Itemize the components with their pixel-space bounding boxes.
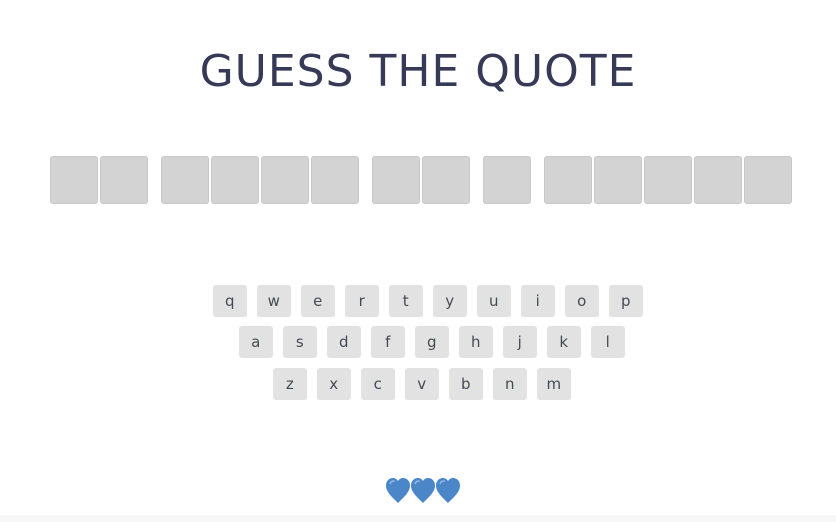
key-l[interactable]: l xyxy=(591,326,625,358)
key-v[interactable]: v xyxy=(405,368,439,400)
page-footer-strip xyxy=(0,515,836,522)
key-e[interactable]: e xyxy=(301,285,335,317)
letter-tile xyxy=(544,156,592,204)
key-x[interactable]: x xyxy=(317,368,351,400)
key-m[interactable]: m xyxy=(537,368,571,400)
key-j[interactable]: j xyxy=(503,326,537,358)
keyboard-row: qwertyuiop xyxy=(0,285,836,317)
letter-tile xyxy=(744,156,792,204)
key-c[interactable]: c xyxy=(361,368,395,400)
key-k[interactable]: k xyxy=(547,326,581,358)
key-q[interactable]: q xyxy=(213,285,247,317)
letter-tile xyxy=(161,156,209,204)
key-h[interactable]: h xyxy=(459,326,493,358)
letter-tile xyxy=(694,156,742,204)
key-z[interactable]: z xyxy=(273,368,307,400)
key-u[interactable]: u xyxy=(477,285,511,317)
key-b[interactable]: b xyxy=(449,368,483,400)
letter-tile xyxy=(422,156,470,204)
letter-tile xyxy=(483,156,531,204)
key-n[interactable]: n xyxy=(493,368,527,400)
key-s[interactable]: s xyxy=(283,326,317,358)
letter-tile xyxy=(372,156,420,204)
key-f[interactable]: f xyxy=(371,326,405,358)
blue-heart-icon xyxy=(435,476,461,506)
letter-tile xyxy=(594,156,642,204)
letter-tile xyxy=(100,156,148,204)
letter-tile xyxy=(261,156,309,204)
blue-heart-icon xyxy=(410,476,436,506)
letter-tile xyxy=(50,156,98,204)
game-page: GUESS THE QUOTE qwertyuiop asdfghjkl zxcvb… xyxy=(0,0,836,522)
key-a[interactable]: a xyxy=(239,326,273,358)
key-t[interactable]: t xyxy=(389,285,423,317)
keyboard-row: zxcvbnm xyxy=(0,368,836,400)
key-y[interactable]: y xyxy=(433,285,467,317)
key-w[interactable]: w xyxy=(257,285,291,317)
key-o[interactable]: o xyxy=(565,285,599,317)
key-p[interactable]: p xyxy=(609,285,643,317)
key-d[interactable]: d xyxy=(327,326,361,358)
key-r[interactable]: r xyxy=(345,285,379,317)
letter-tile xyxy=(311,156,359,204)
keyboard-row: asdfghjkl xyxy=(0,326,836,358)
letter-tile xyxy=(644,156,692,204)
page-title: GUESS THE QUOTE xyxy=(199,46,637,98)
key-i[interactable]: i xyxy=(521,285,555,317)
blue-heart-icon xyxy=(385,476,411,506)
letter-tile xyxy=(211,156,259,204)
key-g[interactable]: g xyxy=(415,326,449,358)
